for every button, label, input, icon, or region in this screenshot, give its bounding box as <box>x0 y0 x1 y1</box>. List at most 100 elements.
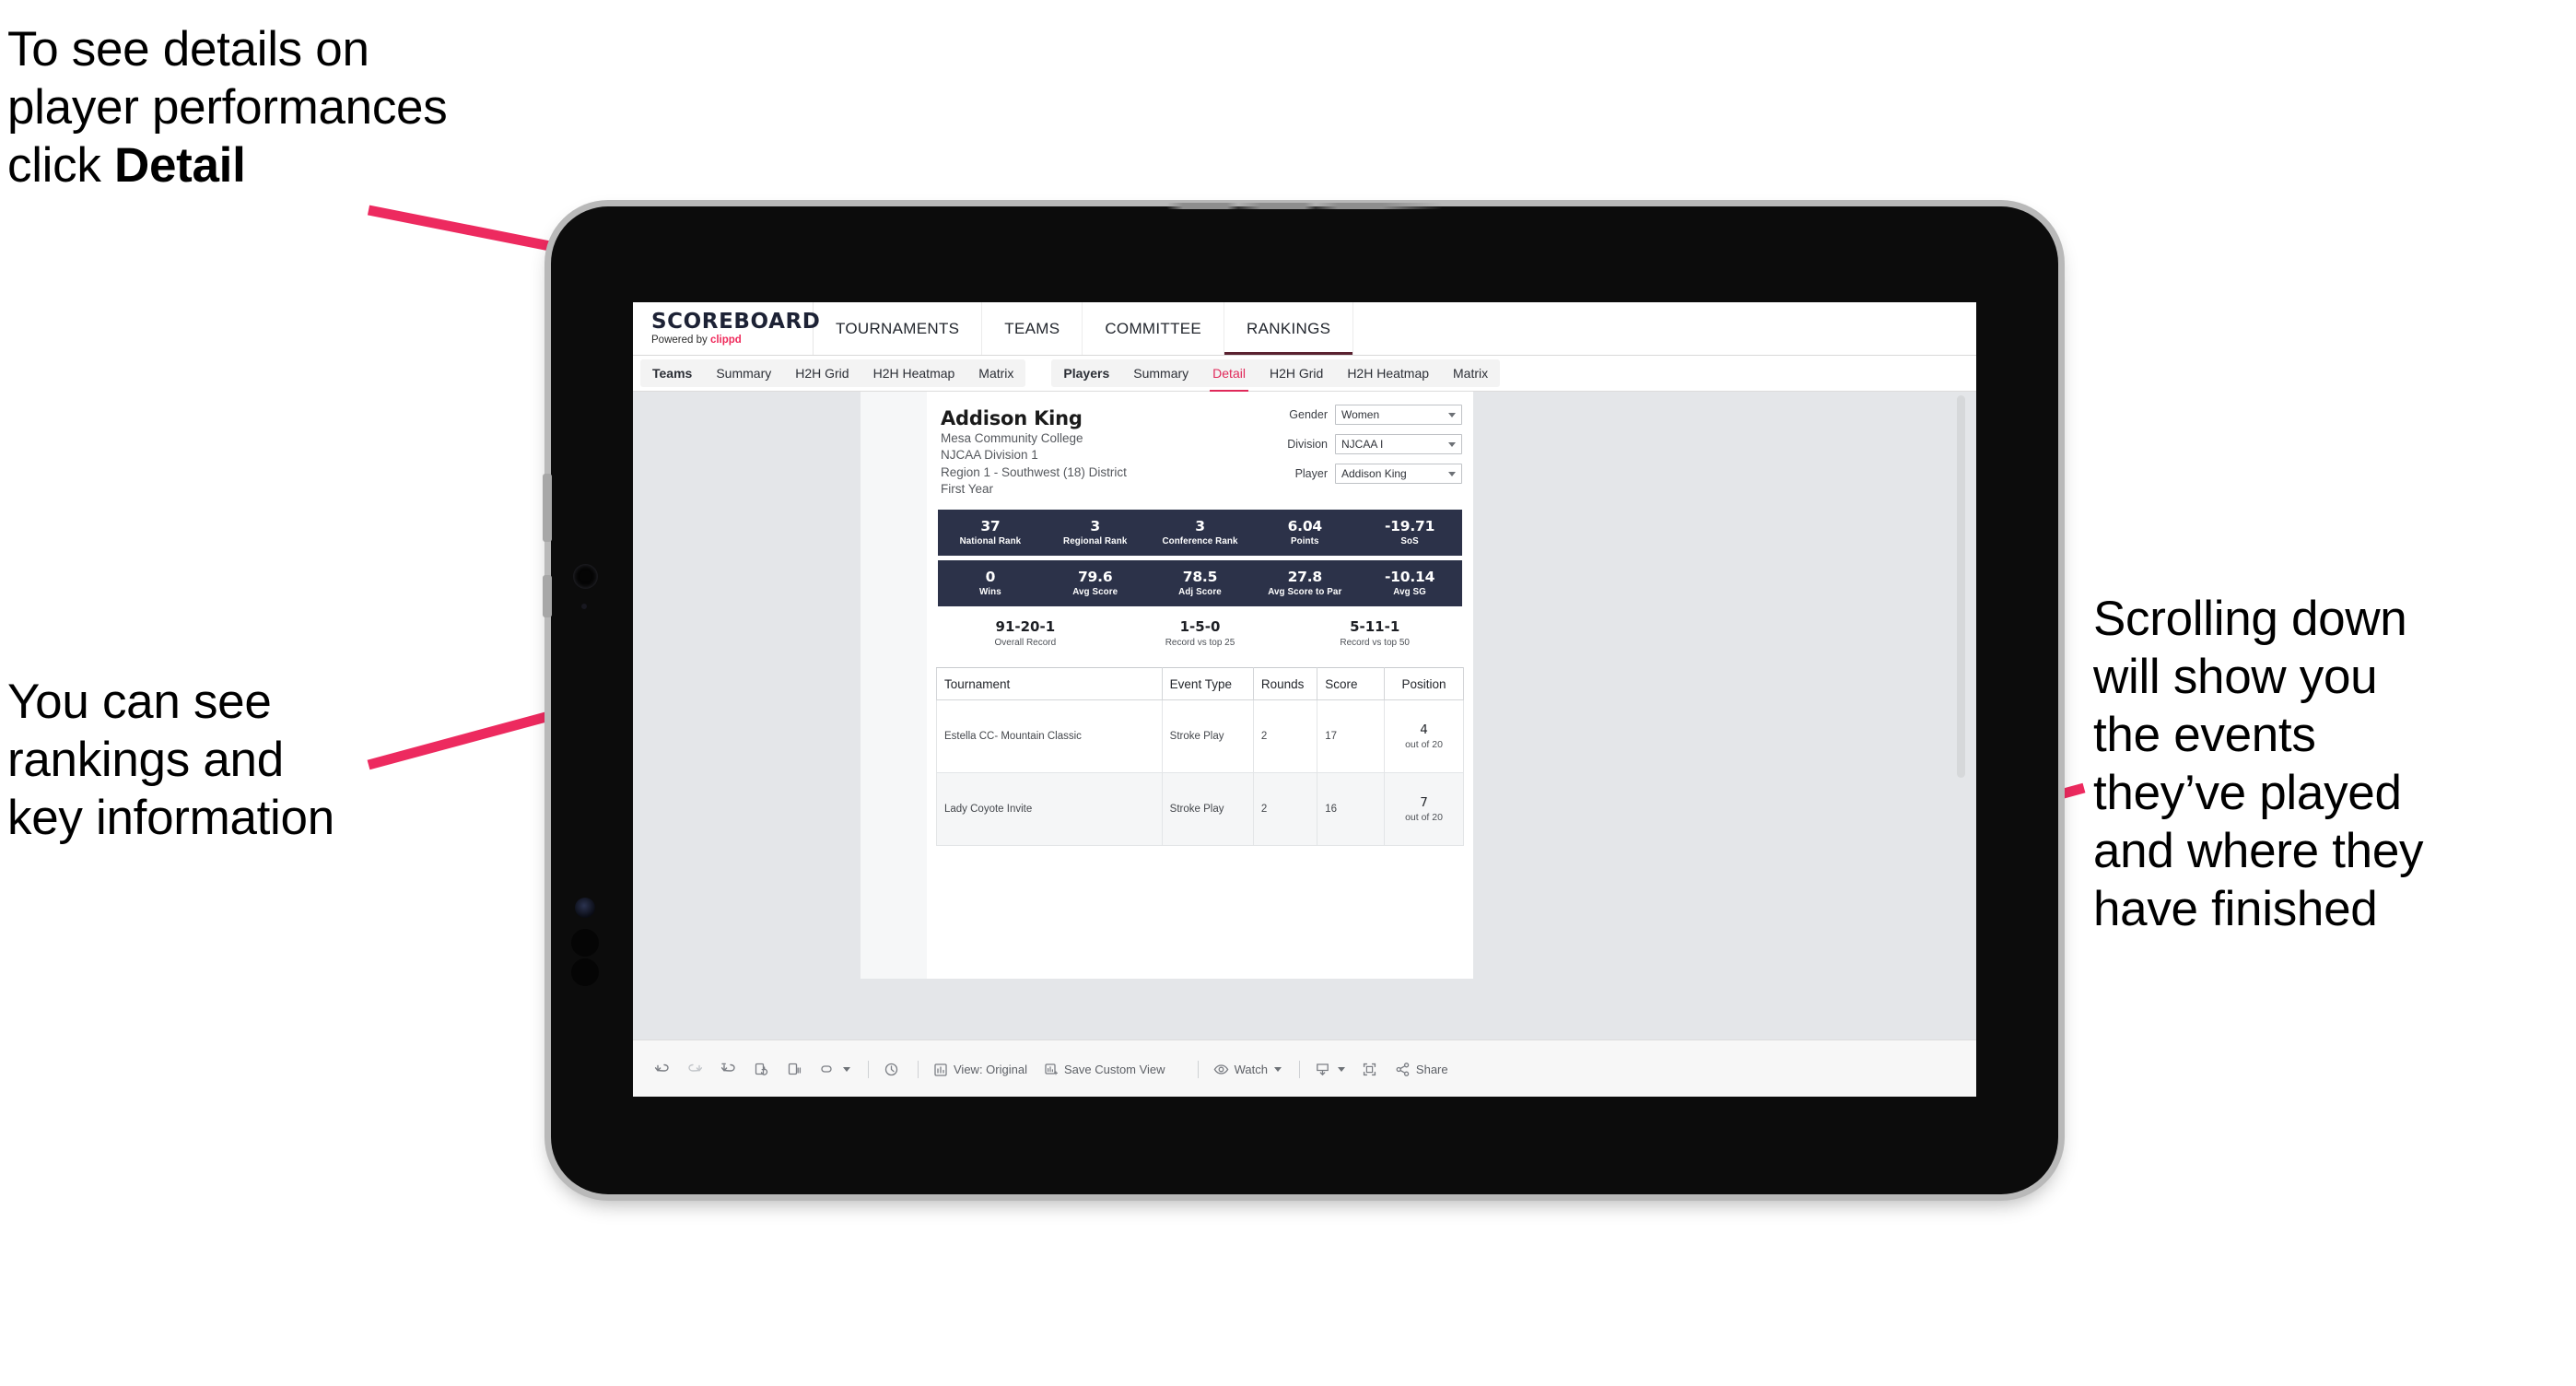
nav-rankings[interactable]: RANKINGS <box>1224 302 1354 355</box>
watch-label: Watch <box>1234 1063 1268 1076</box>
stat-value: 79.6 <box>1077 569 1113 585</box>
stat-adj-score: 78.5 Adj Score <box>1148 569 1253 598</box>
highlight-icon <box>821 1065 832 1073</box>
refresh-data-button[interactable] <box>753 1061 770 1078</box>
tab-teams-summary[interactable]: Summary <box>704 359 783 387</box>
tablet-screen: SCOREBOARD Powered by clippd TOURNAMENTS… <box>633 302 1976 1097</box>
tablet-volume-button[interactable] <box>543 474 552 542</box>
chevron-down-icon <box>1448 441 1456 447</box>
filter-division-row: Division NJCAA I <box>1264 434 1462 454</box>
tab-players[interactable]: Players <box>1051 359 1121 387</box>
redo-icon <box>688 1063 703 1072</box>
brand-clippd: clippd <box>709 334 742 346</box>
save-custom-view-button[interactable]: Save Custom View <box>1043 1062 1165 1078</box>
tablet-sensor-b-icon <box>571 929 599 957</box>
tab-teams-h2h-heatmap[interactable]: H2H Heatmap <box>861 359 967 387</box>
record-value: 1-5-0 <box>1179 617 1221 635</box>
stat-avg-score-to-par: 27.8 Avg Score to Par <box>1252 569 1357 598</box>
tab-teams-matrix[interactable]: Matrix <box>966 359 1025 387</box>
stat-label: Adj Score <box>1178 587 1222 598</box>
filter-division-select[interactable]: NJCAA I <box>1335 434 1462 454</box>
clock-icon <box>884 1063 898 1076</box>
tab-teams-h2h-grid[interactable]: H2H Grid <box>783 359 861 387</box>
filter-player-select[interactable]: Addison King <box>1335 464 1462 484</box>
tablet-front-camera-icon <box>573 564 598 589</box>
col-rounds[interactable]: Rounds <box>1252 667 1318 701</box>
dashboard-toolbar: View: Original Save Custom View Watch Sh… <box>633 1040 1976 1097</box>
share-button[interactable]: Share <box>1394 1061 1448 1078</box>
stat-value: 78.5 <box>1182 569 1218 585</box>
tab-players-summary[interactable]: Summary <box>1121 359 1200 387</box>
stat-national-rank: 37 National Rank <box>938 518 1043 547</box>
view-original-label: View: Original <box>954 1063 1027 1076</box>
tablet-speaker-grille <box>1166 203 1443 209</box>
stat-label: National Rank <box>959 536 1022 547</box>
cell-position: 7 out of 20 <box>1384 772 1464 847</box>
nav-teams[interactable]: TEAMS <box>982 302 1083 355</box>
brand-powered-prefix: Powered by <box>651 334 710 346</box>
clock-button[interactable] <box>883 1061 900 1078</box>
filter-gender-row: Gender Women <box>1264 405 1462 425</box>
view-original-button[interactable]: View: Original <box>932 1062 1027 1078</box>
nav-tournaments[interactable]: TOURNAMENTS <box>814 302 983 355</box>
fullscreen-button[interactable] <box>1361 1061 1378 1078</box>
record-overall: 91-20-1 Overall Record <box>938 618 1113 649</box>
watch-button[interactable]: Watch <box>1212 1061 1282 1078</box>
undo-icon <box>654 1063 669 1072</box>
filter-player-value: Addison King <box>1341 467 1407 480</box>
col-score[interactable]: Score <box>1317 667 1385 701</box>
tab-players-h2h-heatmap[interactable]: H2H Heatmap <box>1335 359 1441 387</box>
tab-teams[interactable]: Teams <box>640 359 704 387</box>
dashboard-vertical-scrollbar[interactable] <box>1957 395 1965 778</box>
stat-value: 6.04 <box>1287 518 1323 534</box>
tab-players-matrix[interactable]: Matrix <box>1441 359 1500 387</box>
toolbar-divider <box>868 1061 869 1078</box>
tab-players-h2h-grid[interactable]: H2H Grid <box>1258 359 1335 387</box>
col-event-type[interactable]: Event Type <box>1161 667 1254 701</box>
stat-value: -10.14 <box>1384 569 1435 585</box>
stat-label: Regional Rank <box>1063 536 1128 547</box>
filter-player-row: Player Addison King <box>1264 464 1462 484</box>
record-label: Record vs top 25 <box>1165 637 1235 648</box>
highlight-button[interactable] <box>819 1061 850 1078</box>
stat-value: 3 <box>1195 518 1205 534</box>
tablet-sensor-c-icon <box>571 958 599 986</box>
toolbar-divider <box>1298 1061 1300 1078</box>
revert-button[interactable] <box>720 1061 737 1078</box>
cell-event-type: Stroke Play <box>1161 772 1254 847</box>
tab-players-detail[interactable]: Detail <box>1200 359 1258 392</box>
cell-rounds: 2 <box>1252 772 1318 847</box>
record-value: 5-11-1 <box>1350 617 1400 635</box>
tablet-power-button[interactable] <box>543 575 552 617</box>
stat-label: Conference Rank <box>1162 536 1238 547</box>
stat-label: Wins <box>979 587 1001 598</box>
pause-updates-button[interactable] <box>786 1061 803 1078</box>
tablet-device: SCOREBOARD Powered by clippd TOURNAMENTS… <box>543 203 2058 1194</box>
brand-logo[interactable]: SCOREBOARD Powered by clippd <box>633 302 821 355</box>
stat-points: 6.04 Points <box>1252 518 1357 547</box>
filter-division-value: NJCAA I <box>1341 438 1384 451</box>
filter-gender-select[interactable]: Women <box>1335 405 1462 425</box>
record-label: Record vs top 50 <box>1340 637 1410 648</box>
redo-button[interactable] <box>686 1061 704 1078</box>
chevron-down-icon <box>843 1067 850 1072</box>
nav-committee[interactable]: COMMITTEE <box>1083 302 1225 355</box>
col-position[interactable]: Position <box>1384 667 1464 701</box>
share-icon <box>1396 1063 1410 1076</box>
save-custom-view-label: Save Custom View <box>1063 1063 1165 1076</box>
cell-score: 16 <box>1317 772 1385 847</box>
filter-division-label: Division <box>1287 438 1328 451</box>
position-subtext: out of 20 <box>1405 811 1443 823</box>
view-icon <box>934 1063 947 1076</box>
chevron-down-icon <box>1337 1067 1345 1072</box>
table-row[interactable]: Lady Coyote Invite Stroke Play 2 16 7 ou… <box>936 772 1464 847</box>
annotation-detail-bold: Detail <box>113 138 246 194</box>
refresh-data-icon <box>755 1063 768 1075</box>
col-tournament[interactable]: Tournament <box>936 667 1163 701</box>
brand-title: SCOREBOARD <box>651 309 821 334</box>
stat-conference-rank: 3 Conference Rank <box>1148 518 1253 547</box>
tablet-lens-icon <box>575 898 595 918</box>
undo-button[interactable] <box>653 1061 671 1078</box>
download-button[interactable] <box>1314 1061 1345 1078</box>
table-row[interactable]: Estella CC- Mountain Classic Stroke Play… <box>936 699 1464 774</box>
